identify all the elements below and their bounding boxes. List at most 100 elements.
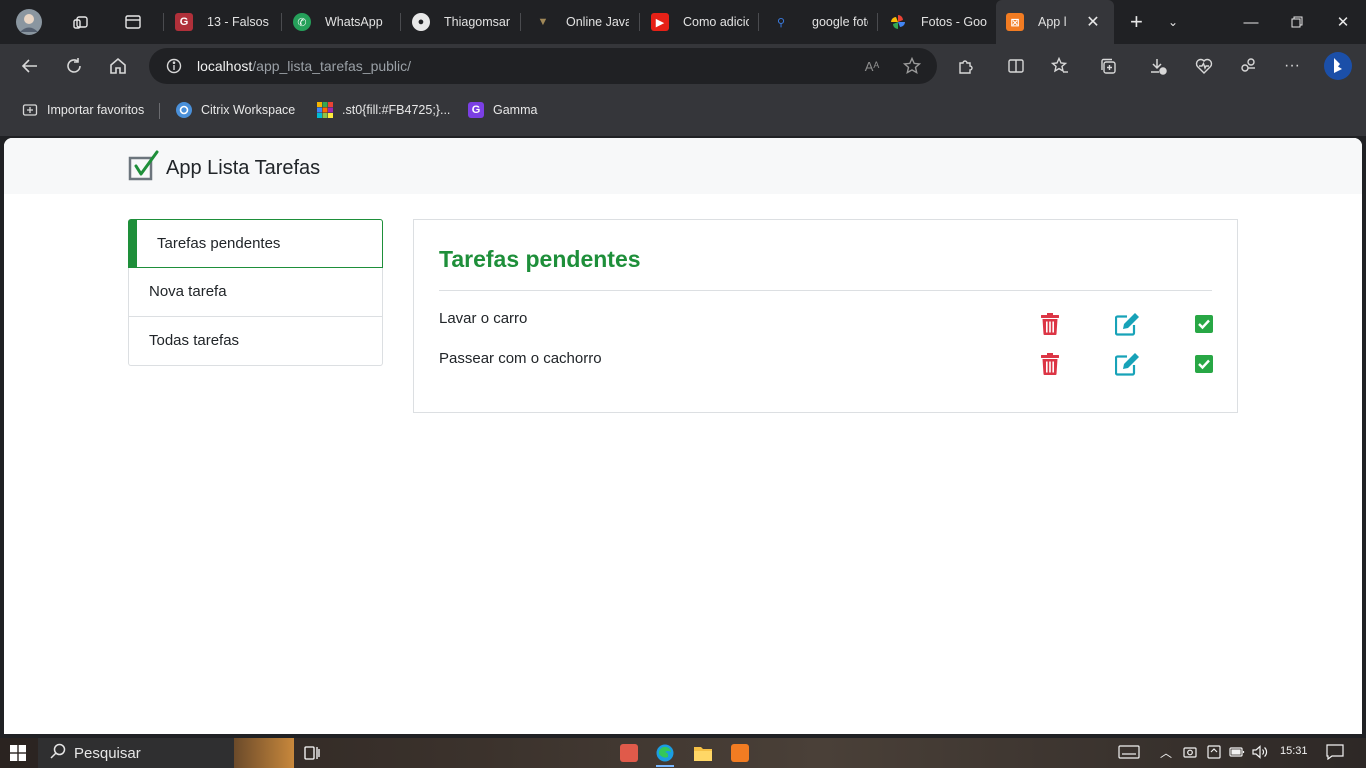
task-row: Passear com o cachorro (439, 350, 1214, 378)
workspaces-icon[interactable] (72, 0, 92, 44)
bookmark-label: Citrix Workspace (201, 103, 296, 117)
tab-whatsapp[interactable]: ✆ WhatsApp (283, 0, 395, 44)
bookmark-label: Gamma (493, 103, 538, 117)
github-icon: ● (412, 13, 430, 31)
favorite-star-icon[interactable] (898, 52, 926, 80)
battery-icon[interactable] (1229, 744, 1245, 760)
edit-icon[interactable] (1115, 312, 1141, 336)
search-icon (50, 743, 66, 764)
read-aloud-icon[interactable]: Aᴬ (858, 52, 886, 80)
minimize-button[interactable]: — (1228, 0, 1274, 44)
close-window-button[interactable]: ✕ (1320, 0, 1366, 44)
divider (439, 290, 1212, 291)
gamma-icon: G (468, 102, 484, 118)
screen-share-icon[interactable] (1206, 744, 1222, 760)
taskbar-app-icon[interactable] (620, 744, 638, 762)
reload-icon[interactable] (60, 52, 88, 80)
tab-favicon-icon: ▼ (537, 16, 549, 28)
bookmark-gamma[interactable]: G Gamma (468, 102, 537, 118)
xampp-icon: ⊠ (1006, 13, 1024, 31)
tab-title: Fotos - Goo (921, 15, 987, 29)
xampp-taskbar-icon[interactable] (731, 744, 749, 762)
tab-falsos[interactable]: G 13 - Falsos C (165, 0, 270, 44)
restore-button[interactable] (1274, 0, 1320, 44)
bookmark-import-favorites[interactable]: Importar favoritos (22, 102, 144, 118)
tab-title: Online Java (566, 15, 629, 29)
new-tab-button[interactable]: + (1130, 0, 1143, 44)
favorites-icon[interactable] (1046, 52, 1074, 80)
close-tab-icon[interactable]: ✕ (1082, 11, 1104, 33)
checkbox-logo-icon (128, 150, 160, 187)
trash-icon[interactable] (1039, 312, 1061, 336)
tab-title: WhatsApp (325, 15, 383, 29)
camera-icon[interactable] (1182, 744, 1198, 760)
edge-taskbar-icon[interactable] (656, 744, 674, 767)
bing-copilot-icon[interactable] (1322, 50, 1354, 82)
active-app-indicator (656, 765, 674, 767)
split-screen-icon[interactable] (1002, 52, 1030, 80)
taskbar-search-box[interactable]: Pesquisar (38, 738, 294, 768)
task-text: Passear com o cachorro (439, 350, 602, 367)
task-view-icon[interactable] (304, 745, 320, 766)
youtube-icon: ▶ (651, 13, 669, 31)
pending-tasks-card: Tarefas pendentes Lavar o carro Passear … (413, 219, 1238, 413)
trash-icon[interactable] (1039, 352, 1061, 376)
back-arrow-icon[interactable] (16, 52, 44, 80)
url-host: localhost (197, 58, 253, 74)
more-options-icon[interactable]: ··· (1278, 52, 1306, 80)
home-icon[interactable] (104, 52, 132, 80)
tab-google-photos[interactable]: Fotos - Goo (879, 0, 987, 44)
tab-list-chevron-icon[interactable]: ⌄ (1168, 0, 1178, 44)
tab-youtube[interactable]: ▶ Como adicio (641, 0, 749, 44)
task-text: Lavar o carro (439, 310, 528, 327)
bookmark-svg-style[interactable]: .st0{fill:#FB4725;}... (317, 102, 450, 118)
check-square-icon[interactable] (1194, 352, 1214, 376)
tab-title: google foto (812, 15, 868, 29)
bookmark-label: Importar favoritos (47, 103, 145, 117)
url-path: /app_lista_tarefas_public/ (252, 58, 412, 74)
profile-avatar[interactable] (16, 0, 42, 44)
clock-time[interactable]: 15:31 (1280, 745, 1308, 757)
search-icon: ⚲ (776, 16, 786, 29)
volume-icon[interactable] (1252, 744, 1268, 760)
bookmark-separator (159, 103, 160, 119)
tab-github[interactable]: ● Thiagomsan (402, 0, 510, 44)
site-info-icon[interactable] (160, 52, 188, 80)
task-row: Lavar o carro (439, 310, 1214, 338)
browser-essentials-icon[interactable] (1190, 52, 1218, 80)
extensions-icon[interactable] (952, 52, 980, 80)
edit-icon[interactable] (1115, 352, 1141, 376)
colorful-grid-icon (317, 102, 333, 118)
google-photos-icon (889, 13, 907, 31)
menu-item-tarefas-pendentes[interactable]: Tarefas pendentes (128, 219, 383, 268)
menu-item-nova-tarefa[interactable]: Nova tarefa (128, 268, 383, 317)
profile-sync-icon[interactable] (1234, 52, 1262, 80)
downloads-icon[interactable] (1144, 52, 1172, 80)
tab-online-java[interactable]: ▼ Online Java (524, 0, 629, 44)
tab-title: Como adicio (683, 15, 749, 29)
tab-actions-icon[interactable] (124, 0, 142, 44)
url-text[interactable]: localhost/app_lista_tarefas_public/ (197, 58, 411, 74)
tab-favicon-icon: G (175, 13, 193, 31)
menu-item-todas-tarefas[interactable]: Todas tarefas (128, 317, 383, 366)
windows-start-icon[interactable] (10, 745, 26, 766)
collections-icon[interactable] (1094, 52, 1122, 80)
bookmark-citrix[interactable]: Citrix Workspace (176, 102, 295, 118)
citrix-icon (176, 102, 192, 118)
chevron-up-icon[interactable]: ︿ (1158, 744, 1174, 760)
search-placeholder: Pesquisar (74, 744, 141, 762)
file-explorer-icon[interactable] (694, 745, 712, 766)
search-highlight-image (234, 738, 294, 768)
side-menu: Tarefas pendentes Nova tarefa Todas tare… (128, 219, 383, 366)
tab-google-search[interactable]: ⚲ google foto (762, 0, 868, 44)
app-brand[interactable]: App Lista Tarefas (128, 150, 320, 187)
whatsapp-icon: ✆ (293, 13, 311, 31)
tab-title: Thiagomsan (444, 15, 510, 29)
browser-tab-strip: G 13 - Falsos C ✆ WhatsApp ● Thiagomsan … (0, 0, 1366, 44)
check-square-icon[interactable] (1194, 312, 1214, 336)
import-icon (22, 102, 38, 118)
notifications-icon[interactable] (1326, 744, 1344, 760)
tab-title: 13 - Falsos C (207, 15, 270, 29)
keyboard-layout-icon[interactable] (1118, 744, 1140, 760)
web-page: App Lista Tarefas Tarefas pendentes Nova… (4, 138, 1362, 734)
